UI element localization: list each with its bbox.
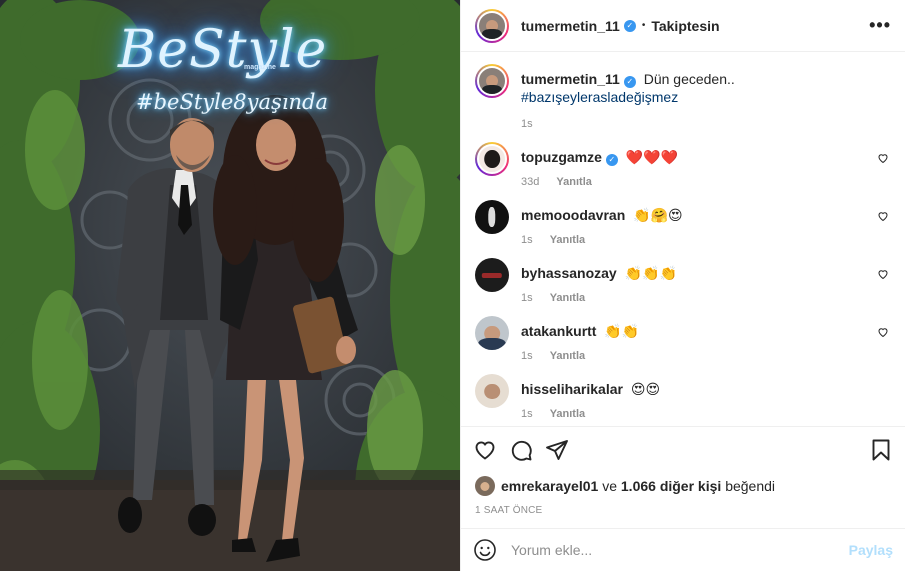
comment-avatar[interactable]	[475, 258, 509, 292]
comment-time[interactable]: 1s	[521, 234, 533, 246]
reply-button[interactable]: Yanıtla	[550, 234, 585, 246]
comment-item: hisseliharikalar 😍😍 1s Yanıtla	[475, 374, 891, 420]
caption-avatar[interactable]	[475, 64, 509, 98]
comment-input[interactable]: Yorum ekle...	[511, 542, 849, 558]
share-icon[interactable]	[545, 438, 569, 462]
comment-text: 👏👏👏	[624, 265, 677, 281]
neon-sign-title: BeStyle	[118, 20, 328, 80]
comment-text: 😍😍	[630, 381, 661, 397]
caption-username[interactable]: tumermetin_11	[521, 71, 620, 87]
post-photo[interactable]: BeStyle magazine #beStyle8yaşında	[0, 0, 460, 571]
liker-avatar[interactable]	[475, 476, 495, 496]
comment-item: memooodavran 👏🤗😍 1s Yanıtla	[475, 200, 891, 246]
heart-icon[interactable]	[473, 438, 497, 462]
likes-connector: ve	[602, 478, 617, 494]
emoji-icon[interactable]	[473, 538, 497, 562]
heart-icon[interactable]	[877, 268, 889, 280]
caption-hashtag[interactable]: #bazışeylerasladeğişmez	[521, 89, 678, 105]
comment-username[interactable]: hisseliharikalar	[521, 381, 623, 397]
neon-sign-subtitle: #beStyle8yaşında	[136, 90, 329, 114]
comment-username[interactable]: byhassanozay	[521, 265, 617, 281]
post-side-panel: tumermetin_11 ✓ • Takiptesin ••• tumerme…	[460, 0, 905, 571]
likes-summary: emrekarayel01 ve 1.066 diğer kişi beğend…	[461, 472, 905, 500]
comment-time[interactable]: 33d	[521, 176, 539, 188]
liker-username[interactable]: emrekarayel01	[501, 478, 598, 494]
comment-avatar[interactable]	[475, 142, 509, 176]
reply-button[interactable]: Yanıtla	[550, 408, 585, 420]
comment-username[interactable]: atakankurtt	[521, 323, 596, 339]
comment-item: byhassanozay 👏👏👏 1s Yanıtla	[475, 258, 891, 304]
verified-icon: ✓	[605, 154, 618, 166]
bookmark-icon[interactable]	[869, 438, 893, 462]
comment-text: 👏👏	[604, 323, 640, 339]
comment-time[interactable]: 1s	[521, 292, 533, 304]
reply-button[interactable]: Yanıtla	[556, 176, 591, 188]
neon-sign-small: magazine	[244, 64, 276, 71]
author-avatar[interactable]	[475, 8, 509, 43]
comments-list[interactable]: tumermetin_11 ✓ Dün geceden.. #bazışeyler…	[461, 52, 905, 426]
comment-avatar[interactable]	[475, 374, 509, 408]
comment-username[interactable]: topuzgamze	[521, 149, 602, 165]
verified-icon: ✓	[623, 76, 636, 88]
likes-others-link[interactable]: 1.066 diğer kişi	[621, 478, 721, 494]
verified-icon: ✓	[623, 19, 636, 32]
comment-time[interactable]: 1s	[521, 408, 533, 420]
post-actions-bar	[461, 426, 905, 472]
caption-text: Dün geceden..	[643, 71, 735, 87]
post-comment-button[interactable]: Paylaş	[849, 542, 893, 558]
heart-icon[interactable]	[877, 152, 889, 164]
heart-icon[interactable]	[877, 210, 889, 222]
caption-time[interactable]: 1s	[521, 118, 533, 130]
comment-icon[interactable]	[509, 438, 533, 462]
reply-button[interactable]: Yanıtla	[550, 292, 585, 304]
comment-avatar[interactable]	[475, 316, 509, 350]
comment-text: ❤️❤️❤️	[625, 149, 679, 165]
comment-username[interactable]: memooodavran	[521, 207, 625, 223]
post-header: tumermetin_11 ✓ • Takiptesin •••	[461, 0, 905, 52]
more-icon[interactable]: •••	[869, 15, 891, 36]
comment-avatar[interactable]	[475, 200, 509, 234]
reply-button[interactable]: Yanıtla	[550, 350, 585, 362]
comment-time[interactable]: 1s	[521, 350, 533, 362]
heart-icon[interactable]	[877, 326, 889, 338]
photo-scene	[0, 0, 460, 571]
caption: tumermetin_11 ✓ Dün geceden.. #bazışeyler…	[475, 64, 891, 130]
add-comment-bar: Yorum ekle... Paylaş	[461, 528, 905, 570]
separator-dot: •	[641, 20, 646, 31]
follow-status-button[interactable]: Takiptesin	[651, 18, 719, 34]
comment-item: atakankurtt 👏👏 1s Yanıtla	[475, 316, 891, 362]
comment-text: 👏🤗😍	[633, 207, 683, 223]
post-timestamp[interactable]: 1 SAAT ÖNCE	[461, 500, 905, 528]
author-username[interactable]: tumermetin_11	[521, 18, 620, 34]
comment-item: topuzgamze ✓ ❤️❤️❤️ 33d Yanıtla	[475, 142, 891, 188]
likes-suffix: beğendi	[725, 478, 776, 494]
